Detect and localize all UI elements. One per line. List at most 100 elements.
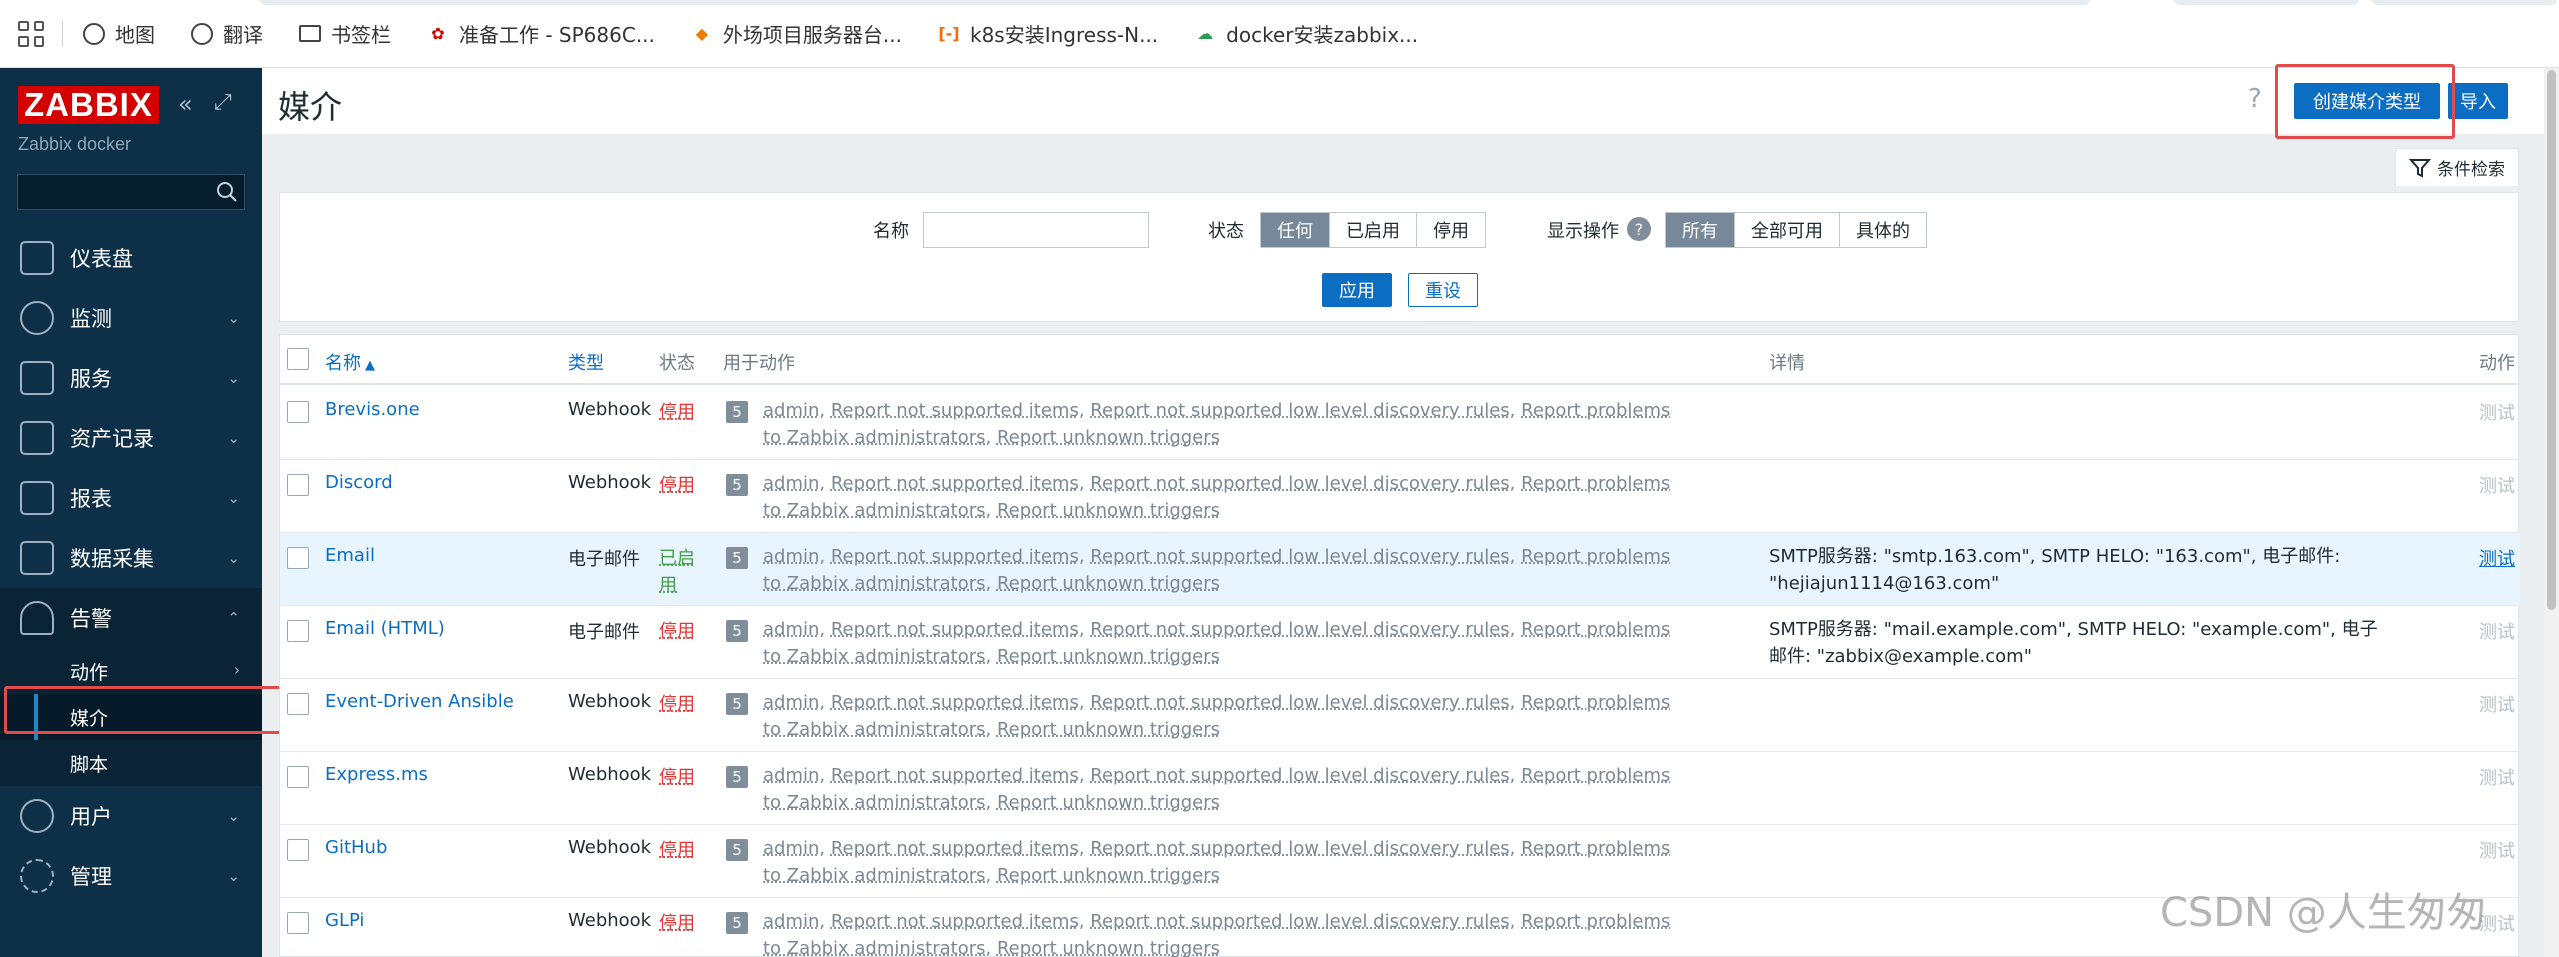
action-link[interactable]: Report not supported low level discovery… xyxy=(1090,838,1509,859)
bookmark-translate[interactable]: 翻译 xyxy=(191,19,263,48)
nav-inventory[interactable]: 资产记录 ⌄ xyxy=(0,408,262,468)
media-type-name-link[interactable]: GLPi xyxy=(325,910,364,931)
action-link[interactable]: Report unknown triggers xyxy=(997,865,1220,886)
row-checkbox[interactable] xyxy=(287,547,309,569)
action-link[interactable]: Report not supported low level discovery… xyxy=(1090,692,1509,713)
test-link[interactable]: 测试 xyxy=(2479,399,2515,425)
status-option-enabled[interactable]: 已启用 xyxy=(1330,213,1417,247)
status-toggle[interactable]: 停用 xyxy=(659,764,703,791)
action-link[interactable]: Report not supported items xyxy=(831,546,1079,567)
action-link[interactable]: Report not supported items xyxy=(831,473,1079,494)
bookmark-map[interactable]: 地图 xyxy=(83,19,155,48)
sub-item-scripts[interactable]: 脚本 xyxy=(0,740,262,786)
test-link[interactable]: 测试 xyxy=(2479,472,2515,498)
row-checkbox[interactable] xyxy=(287,839,309,861)
action-link[interactable]: Report not supported items xyxy=(831,400,1079,421)
help-circle-icon[interactable]: ? xyxy=(1627,217,1651,241)
bookmark-server[interactable]: ◆ 外场项目服务器台... xyxy=(691,19,902,48)
action-link[interactable]: Report not supported low level discovery… xyxy=(1090,911,1509,932)
actions-option-all[interactable]: 所有 xyxy=(1666,213,1735,247)
status-toggle[interactable]: 停用 xyxy=(659,691,703,718)
action-link[interactable]: Report not supported items xyxy=(831,765,1079,786)
media-type-name-link[interactable]: Discord xyxy=(325,472,393,493)
media-type-name-link[interactable]: Email (HTML) xyxy=(325,618,445,639)
nav-reports[interactable]: 报表 ⌄ xyxy=(0,468,262,528)
nav-administration[interactable]: 管理 ⌄ xyxy=(0,846,262,906)
column-name[interactable]: 名称 ▲ xyxy=(325,349,375,375)
zabbix-logo[interactable]: ZABBIX xyxy=(18,86,159,124)
action-link[interactable]: Report not supported items xyxy=(831,692,1079,713)
actions-option-available[interactable]: 全部可用 xyxy=(1735,213,1840,247)
action-link[interactable]: admin xyxy=(763,473,819,494)
action-link[interactable]: Report unknown triggers xyxy=(997,573,1220,594)
action-link[interactable]: admin xyxy=(763,838,819,859)
action-link[interactable]: Report unknown triggers xyxy=(997,938,1220,957)
row-checkbox[interactable] xyxy=(287,474,309,496)
kiosk-mode-icon[interactable]: ⤢ xyxy=(214,90,232,115)
action-link[interactable]: Report not supported items xyxy=(831,838,1079,859)
action-link[interactable]: admin xyxy=(763,911,819,932)
bookmark-docker[interactable]: ☁ docker安装zabbix... xyxy=(1194,19,1418,48)
nav-alerts[interactable]: 告警 ⌃ xyxy=(0,588,262,648)
select-all-checkbox[interactable] xyxy=(287,348,309,370)
search-icon[interactable] xyxy=(216,181,238,203)
action-link[interactable]: admin xyxy=(763,619,819,640)
bookmark-folder[interactable]: 书签栏 xyxy=(299,19,391,48)
action-link[interactable]: Report unknown triggers xyxy=(997,427,1220,448)
apply-button[interactable]: 应用 xyxy=(1322,273,1392,307)
apps-grid-icon[interactable] xyxy=(18,20,44,47)
help-icon[interactable]: ? xyxy=(2248,84,2262,114)
status-toggle[interactable]: 停用 xyxy=(659,399,703,426)
action-link[interactable]: admin xyxy=(763,692,819,713)
action-link[interactable]: Report not supported items xyxy=(831,619,1079,640)
media-type-name-link[interactable]: Event-Driven Ansible xyxy=(325,691,514,712)
status-toggle[interactable]: 已启用 xyxy=(659,545,703,599)
test-link[interactable]: 测试 xyxy=(2479,618,2515,644)
bookmark-huawei[interactable]: ✿ 准备工作 - SP686C... xyxy=(427,19,655,48)
status-toggle[interactable]: 停用 xyxy=(659,472,703,499)
action-link[interactable]: Report not supported low level discovery… xyxy=(1090,473,1509,494)
collapse-icon[interactable]: « xyxy=(178,90,193,118)
action-link[interactable]: admin xyxy=(763,400,819,421)
media-type-name-link[interactable]: Email xyxy=(325,545,375,566)
sidebar-search-input[interactable] xyxy=(17,174,245,210)
action-link[interactable]: Report not supported low level discovery… xyxy=(1090,546,1509,567)
row-checkbox[interactable] xyxy=(287,401,309,423)
filter-tab[interactable]: 条件检索 xyxy=(2395,148,2519,186)
media-type-name-link[interactable]: Brevis.one xyxy=(325,399,420,420)
bookmark-k8s[interactable]: [-] k8s安装Ingress-N... xyxy=(938,19,1158,48)
actions-option-specific[interactable]: 具体的 xyxy=(1840,213,1926,247)
action-link[interactable]: Report unknown triggers xyxy=(997,719,1220,740)
action-link[interactable]: Report unknown triggers xyxy=(997,500,1220,521)
action-link[interactable]: Report unknown triggers xyxy=(997,646,1220,667)
action-link[interactable]: admin xyxy=(763,765,819,786)
action-link[interactable]: Report not supported items xyxy=(831,911,1079,932)
media-type-name-link[interactable]: GitHub xyxy=(325,837,387,858)
status-toggle[interactable]: 停用 xyxy=(659,910,703,937)
action-link[interactable]: Report not supported low level discovery… xyxy=(1090,400,1509,421)
row-checkbox[interactable] xyxy=(287,766,309,788)
page-scrollbar[interactable] xyxy=(2544,68,2559,957)
nav-users[interactable]: 用户 ⌄ xyxy=(0,786,262,846)
row-checkbox[interactable] xyxy=(287,620,309,642)
column-type[interactable]: 类型 xyxy=(568,349,604,375)
test-link[interactable]: 测试 xyxy=(2479,545,2515,571)
action-link[interactable]: Report not supported low level discovery… xyxy=(1090,765,1509,786)
row-checkbox[interactable] xyxy=(287,912,309,934)
status-toggle[interactable]: 停用 xyxy=(659,618,703,645)
scrollbar-thumb[interactable] xyxy=(2547,70,2556,610)
reset-button[interactable]: 重设 xyxy=(1408,273,1478,307)
action-link[interactable]: Report not supported low level discovery… xyxy=(1090,619,1509,640)
media-type-name-link[interactable]: Express.ms xyxy=(325,764,428,785)
nav-services[interactable]: 服务 ⌄ xyxy=(0,348,262,408)
test-link[interactable]: 测试 xyxy=(2479,837,2515,863)
status-toggle[interactable]: 停用 xyxy=(659,837,703,864)
test-link[interactable]: 测试 xyxy=(2479,764,2515,790)
status-option-disabled[interactable]: 停用 xyxy=(1417,213,1485,247)
action-link[interactable]: Report unknown triggers xyxy=(997,792,1220,813)
import-button[interactable]: 导入 xyxy=(2448,83,2508,119)
test-link[interactable]: 测试 xyxy=(2479,691,2515,717)
row-checkbox[interactable] xyxy=(287,693,309,715)
action-link[interactable]: admin xyxy=(763,546,819,567)
nav-data-collection[interactable]: 数据采集 ⌄ xyxy=(0,528,262,588)
